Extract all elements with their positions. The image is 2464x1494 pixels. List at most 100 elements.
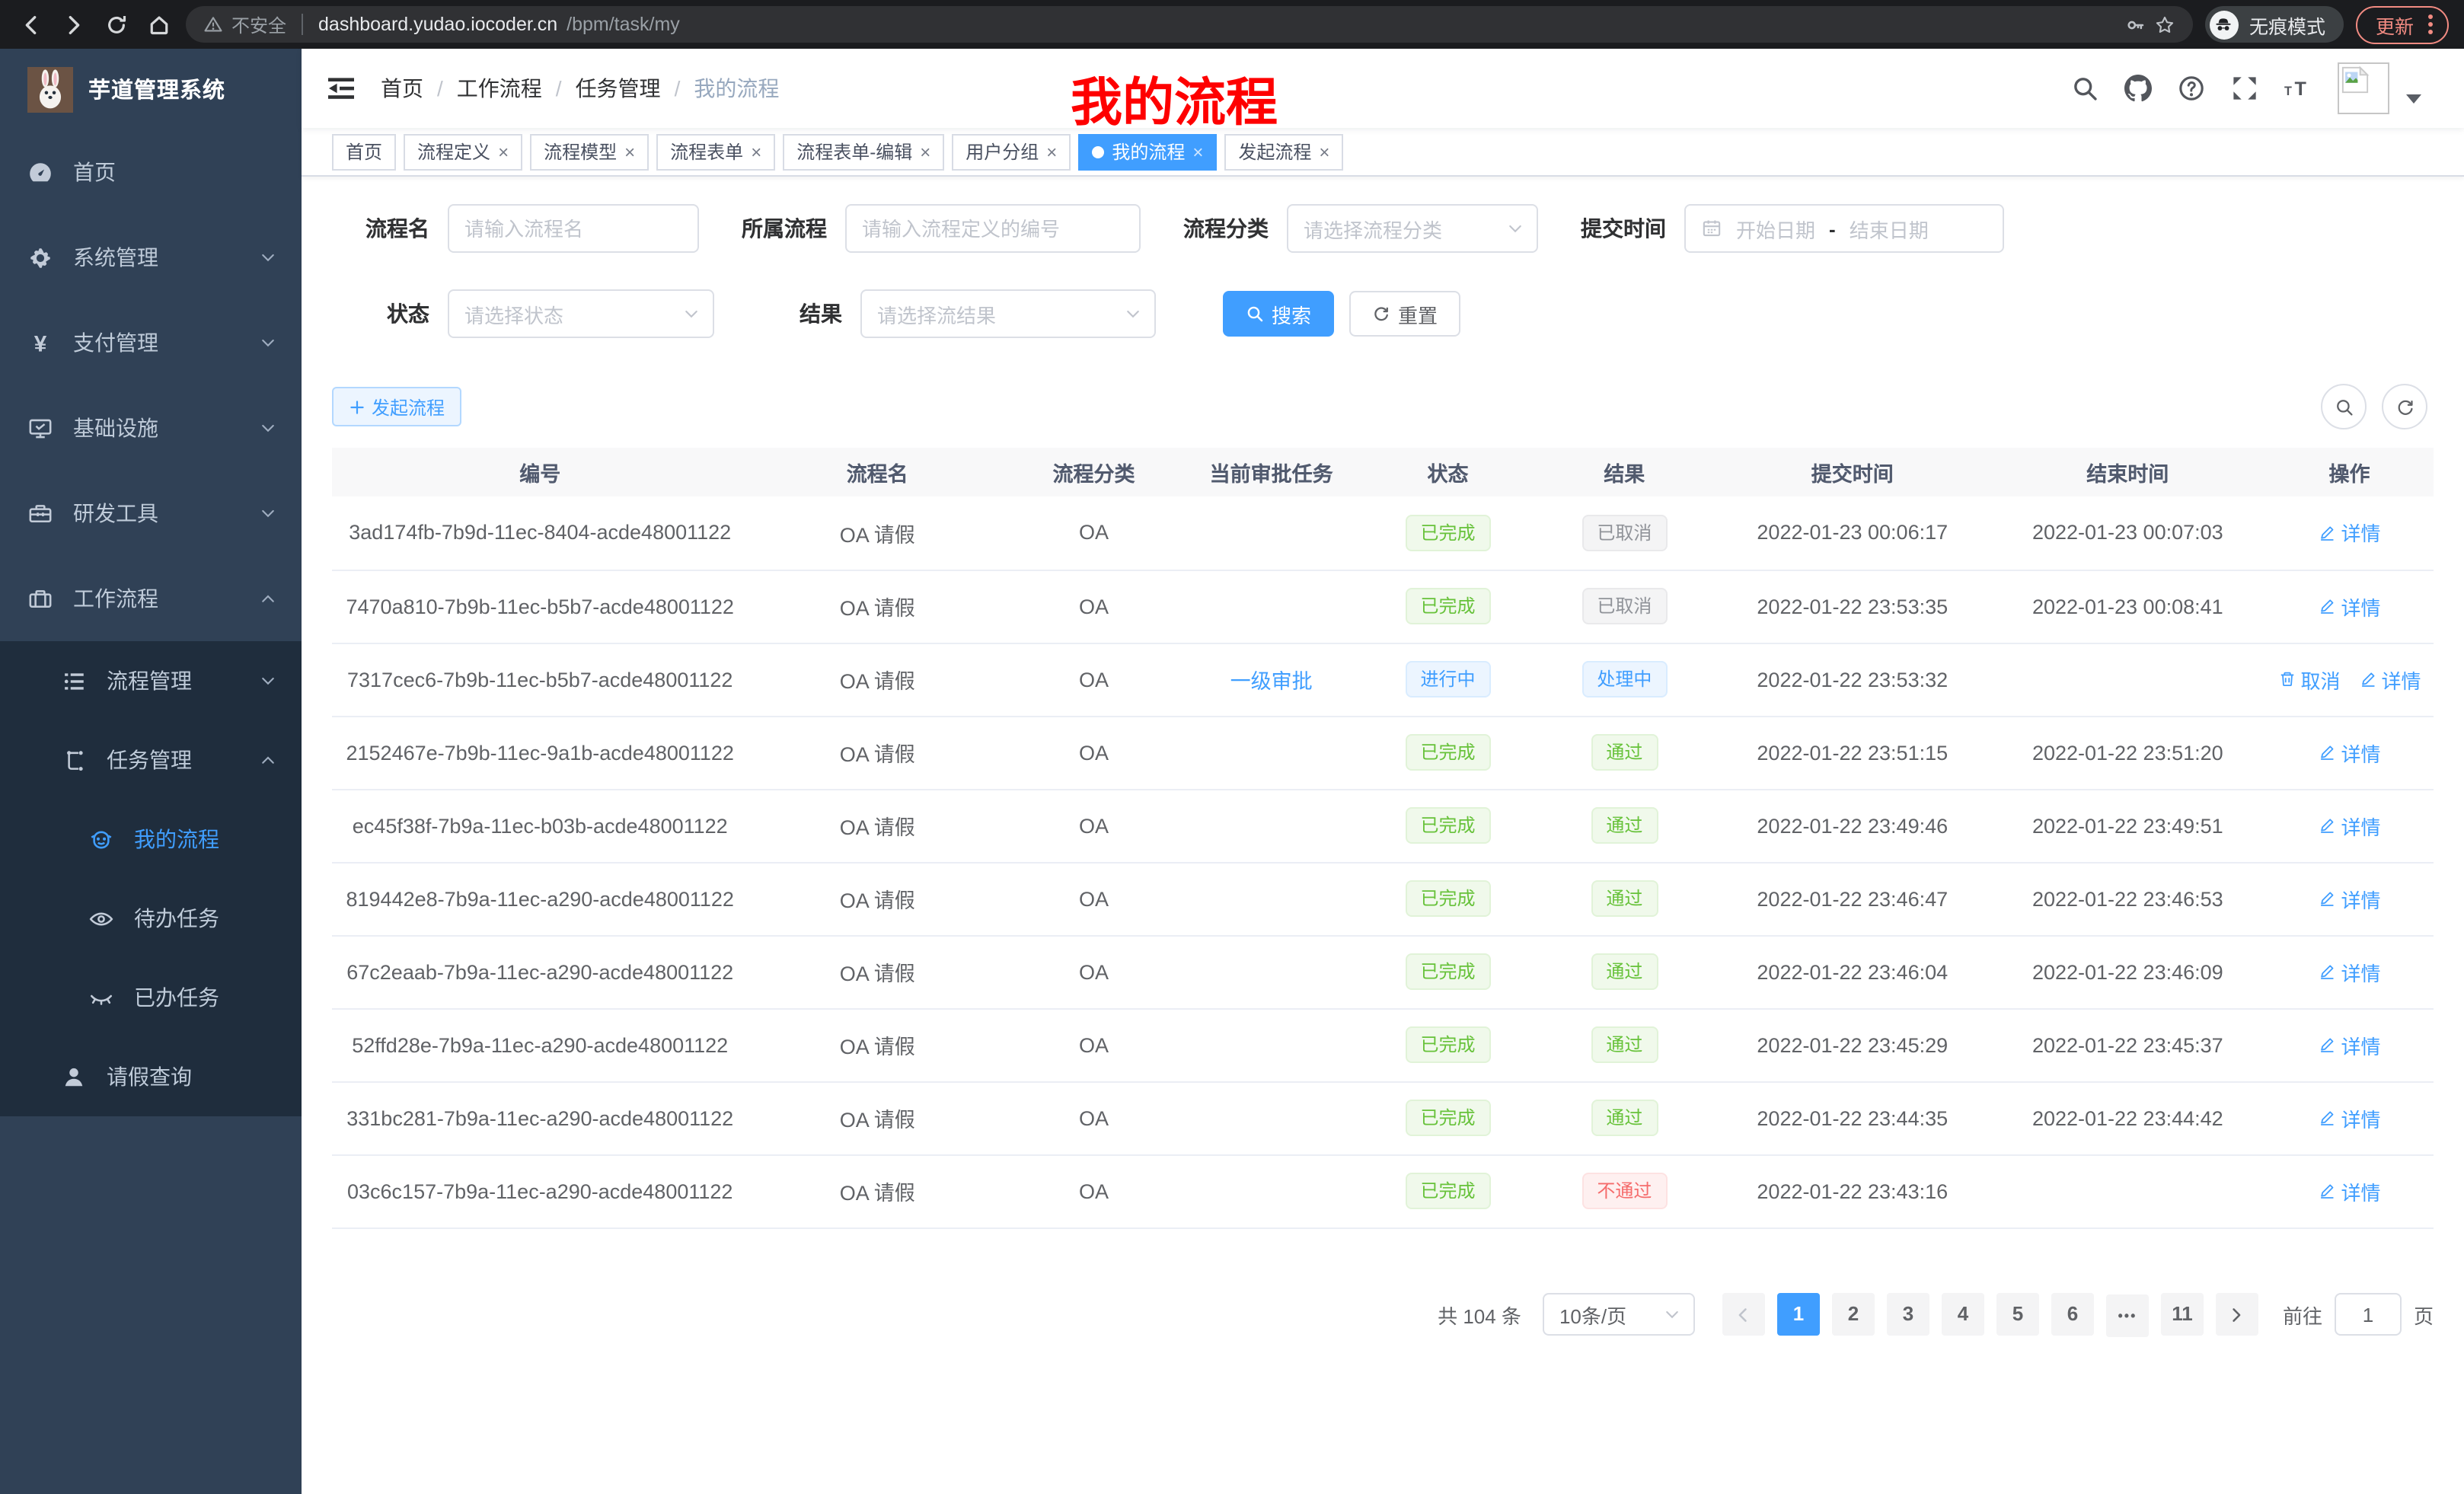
page-button-3[interactable]: 3 bbox=[1887, 1292, 1929, 1335]
cell-current-task bbox=[1181, 935, 1361, 1008]
action-详情[interactable]: 详情 bbox=[2319, 1103, 2381, 1132]
tab-发起流程[interactable]: 发起流程× bbox=[1224, 133, 1343, 170]
tab-首页[interactable]: 首页 bbox=[332, 133, 396, 170]
action-详情[interactable]: 详情 bbox=[2319, 957, 2381, 986]
action-label: 详情 bbox=[2382, 665, 2421, 694]
category-select[interactable]: 请选择流程分类 bbox=[1287, 204, 1538, 253]
app-logo[interactable]: 芋道管理系统 bbox=[0, 49, 302, 129]
action-取消[interactable]: 取消 bbox=[2278, 665, 2341, 694]
avatar-caret-down-icon[interactable] bbox=[2406, 94, 2421, 104]
help-question-icon[interactable] bbox=[2178, 75, 2205, 102]
breadcrumb-item[interactable]: 任务管理 bbox=[576, 73, 661, 104]
page-button-5[interactable]: 5 bbox=[1996, 1292, 2039, 1335]
browser-reload-icon[interactable] bbox=[101, 9, 131, 40]
sidebar-item-home[interactable]: 首页 bbox=[0, 129, 302, 215]
url-host[interactable]: dashboard.yudao.iocoder.cn bbox=[318, 14, 557, 35]
action-详情[interactable]: 详情 bbox=[2319, 519, 2381, 547]
next-page-button[interactable] bbox=[2216, 1294, 2258, 1336]
fullscreen-icon[interactable] bbox=[2231, 75, 2258, 102]
password-key-icon[interactable] bbox=[2126, 14, 2146, 34]
cell-process-id: 03c6c157-7b9a-11ec-a290-acde48001122 bbox=[332, 1154, 748, 1227]
sidebar-item-my-process[interactable]: 我的流程 bbox=[0, 800, 302, 879]
header-search-icon[interactable] bbox=[2071, 75, 2099, 102]
search-button[interactable]: 搜索 bbox=[1223, 291, 1334, 337]
status-select[interactable]: 请选择状态 bbox=[448, 289, 714, 338]
sidebar-item-label: 基础设施 bbox=[73, 413, 158, 443]
page-button-6[interactable]: 6 bbox=[2051, 1292, 2094, 1335]
browser-forward-icon[interactable] bbox=[58, 9, 88, 40]
user-avatar-broken-image[interactable] bbox=[2338, 62, 2389, 114]
tab-close-icon[interactable]: × bbox=[1192, 142, 1203, 161]
action-详情[interactable]: 详情 bbox=[2319, 738, 2381, 767]
action-详情[interactable]: 详情 bbox=[2319, 811, 2381, 840]
tab-close-icon[interactable]: × bbox=[920, 142, 930, 161]
create-process-button[interactable]: 发起流程 bbox=[332, 387, 461, 426]
result-badge: 通过 bbox=[1591, 1100, 1658, 1136]
sidebar-item-devtools[interactable]: 研发工具 bbox=[0, 471, 302, 556]
page-button-11[interactable]: 11 bbox=[2161, 1292, 2204, 1335]
sidebar-item-leave-query[interactable]: 请假查询 bbox=[0, 1037, 302, 1116]
tab-我的流程[interactable]: 我的流程× bbox=[1078, 133, 1217, 170]
tab-流程表单-编辑[interactable]: 流程表单-编辑× bbox=[783, 133, 944, 170]
process-name-input[interactable] bbox=[448, 204, 699, 253]
action-详情[interactable]: 详情 bbox=[2359, 665, 2421, 694]
sidebar-item-payment[interactable]: ¥支付管理 bbox=[0, 300, 302, 385]
current-task-link[interactable]: 一级审批 bbox=[1230, 670, 1313, 693]
font-size-icon[interactable]: TT bbox=[2284, 75, 2312, 102]
tab-流程模型[interactable]: 流程模型× bbox=[530, 133, 649, 170]
breadcrumb-item[interactable]: 工作流程 bbox=[457, 73, 542, 104]
refresh-table-button[interactable] bbox=[2382, 384, 2427, 429]
browser-back-icon[interactable] bbox=[15, 9, 46, 40]
tab-close-icon[interactable]: × bbox=[498, 142, 509, 161]
tab-流程定义[interactable]: 流程定义× bbox=[404, 133, 522, 170]
toggle-search-button[interactable] bbox=[2321, 384, 2367, 429]
prev-page-button[interactable] bbox=[1722, 1294, 1765, 1336]
cell-status: 已完成 bbox=[1361, 1008, 1534, 1081]
sidebar-item-infrastructure[interactable]: 基础设施 bbox=[0, 385, 302, 471]
tab-用户分组[interactable]: 用户分组× bbox=[952, 133, 1071, 170]
page-size-select[interactable]: 10条/页 bbox=[1543, 1294, 1695, 1336]
url-path[interactable]: /bpm/task/my bbox=[567, 14, 680, 35]
cell-end-time: 2022-01-23 00:08:41 bbox=[1990, 570, 2266, 643]
hamburger-collapse-icon[interactable] bbox=[326, 73, 356, 104]
browser-home-icon[interactable] bbox=[143, 9, 174, 40]
kebab-menu-icon[interactable] bbox=[2427, 14, 2434, 35]
action-详情[interactable]: 详情 bbox=[2319, 1030, 2381, 1059]
reset-button[interactable]: 重置 bbox=[1349, 291, 1460, 337]
page-button-4[interactable]: 4 bbox=[1942, 1292, 1984, 1335]
filter-process-def: 所属流程 bbox=[729, 204, 1141, 253]
tab-close-icon[interactable]: × bbox=[1319, 142, 1329, 161]
github-icon[interactable] bbox=[2124, 75, 2152, 102]
sidebar-item-system[interactable]: 系统管理 bbox=[0, 215, 302, 300]
action-详情[interactable]: 详情 bbox=[2319, 1176, 2381, 1205]
page-button-2[interactable]: 2 bbox=[1832, 1292, 1875, 1335]
sidebar-item-task-mgmt[interactable]: 任务管理 bbox=[0, 720, 302, 800]
cell-current-task bbox=[1181, 1008, 1361, 1081]
tab-流程表单[interactable]: 流程表单× bbox=[656, 133, 775, 170]
sidebar-item-done-tasks[interactable]: 已办任务 bbox=[0, 958, 302, 1037]
address-bar[interactable]: 不安全 dashboard.yudao.iocoder.cn/bpm/task/… bbox=[186, 6, 2193, 43]
result-select[interactable]: 请选择流结果 bbox=[860, 289, 1156, 338]
goto-page-input[interactable] bbox=[2335, 1294, 2402, 1336]
tab-close-icon[interactable]: × bbox=[751, 142, 761, 161]
sidebar-item-todo-tasks[interactable]: 待办任务 bbox=[0, 879, 302, 958]
bookmark-star-icon[interactable] bbox=[2155, 14, 2175, 34]
process-def-input[interactable] bbox=[845, 204, 1141, 253]
sidebar-item-workflow[interactable]: 工作流程 bbox=[0, 556, 302, 641]
update-button[interactable]: 更新 bbox=[2356, 5, 2449, 43]
content: 流程名 所属流程 流程分类 请选择流程分类 bbox=[302, 177, 2464, 1337]
tab-close-icon[interactable]: × bbox=[624, 142, 635, 161]
date-range-picker[interactable]: 开始日期 - 结束日期 bbox=[1684, 204, 2004, 253]
action-详情[interactable]: 详情 bbox=[2319, 884, 2381, 913]
cell-result: 已取消 bbox=[1534, 570, 1715, 643]
action-详情[interactable]: 详情 bbox=[2319, 592, 2381, 621]
page-button-1[interactable]: 1 bbox=[1777, 1292, 1820, 1335]
cell-result: 通过 bbox=[1534, 862, 1715, 935]
sidebar-item-process-mgmt[interactable]: 流程管理 bbox=[0, 641, 302, 720]
filter-form: 流程名 所属流程 流程分类 请选择流程分类 bbox=[332, 177, 2434, 338]
not-secure-label[interactable]: 不安全 bbox=[231, 11, 286, 37]
page-ellipsis[interactable]: ••• bbox=[2106, 1294, 2149, 1337]
breadcrumb-item[interactable]: 首页 bbox=[381, 73, 423, 104]
eye-icon bbox=[88, 905, 114, 931]
tab-close-icon[interactable]: × bbox=[1046, 142, 1057, 161]
